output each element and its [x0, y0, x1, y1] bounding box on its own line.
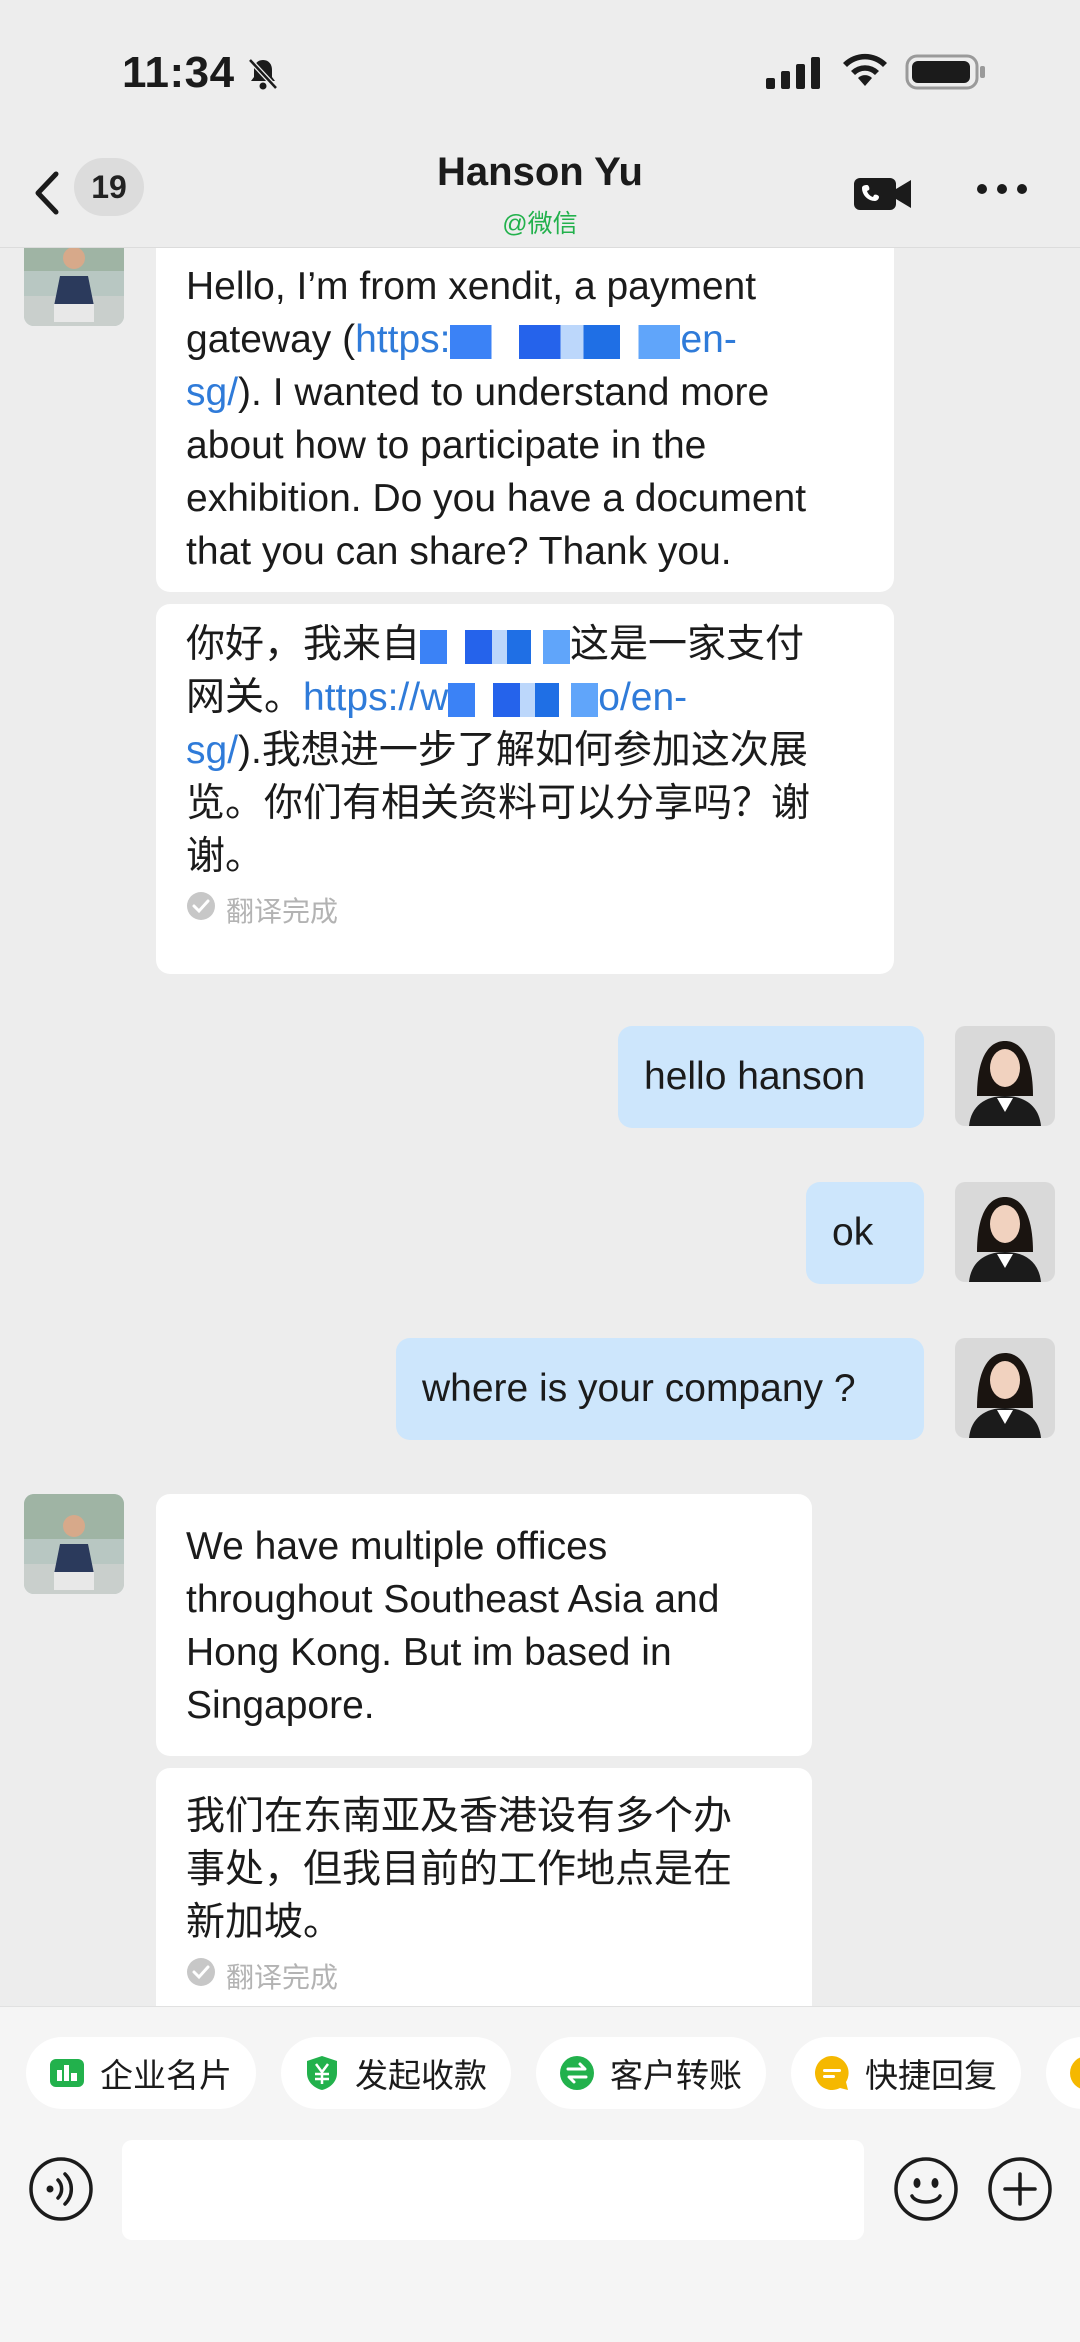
status-time: 11:34 [122, 48, 235, 97]
message-line: about how to participate in the [186, 424, 707, 467]
bell-muted-icon [245, 56, 281, 97]
redacted-text [420, 629, 571, 664]
my-avatar[interactable] [955, 1338, 1055, 1438]
contact-avatar[interactable] [24, 1494, 124, 1594]
check-circle-icon [186, 1957, 216, 1998]
message-line: 我们在东南亚及香港设有多个办 [186, 1795, 733, 1838]
chat-message-list[interactable]: Hello, I’m from xendit, a payment gatewa… [0, 248, 1080, 2006]
transfer-icon [558, 2054, 596, 2092]
message-line: Singapore. [186, 1684, 375, 1727]
message-line: throughout Southeast Asia and [186, 1578, 720, 1621]
message-line: sg/).我想进一步了解如何参加这次展 [186, 729, 808, 772]
message-link[interactable]: https://w [303, 676, 448, 719]
emoji-icon[interactable] [893, 2156, 959, 2227]
quick-reply-icon [813, 2054, 851, 2092]
business-card-icon [48, 2054, 86, 2092]
message-line: 你好，我来自 这是一家支付 [186, 623, 805, 666]
translation-message[interactable]: 你好，我来自 这是一家支付 网关。https://w o/en- sg/).我想进一… [156, 604, 894, 974]
message-line: 览。你们有相关资料可以分享吗？谢 [186, 782, 811, 825]
message-link[interactable]: sg/ [186, 729, 238, 772]
quick-action-bar[interactable]: 企业名片 发起收款 客户转账 快捷回复 [0, 2006, 1080, 2136]
quick-reply-button[interactable]: 快捷回复 [791, 2037, 1021, 2109]
more-options-icon[interactable] [975, 182, 1029, 201]
chat-header: 19 Hanson Yu @微信 [0, 140, 1080, 248]
wifi-icon [840, 52, 890, 95]
incoming-message[interactable]: Hello, I’m from xendit, a payment gatewa… [156, 248, 894, 592]
contact-avatar[interactable] [24, 248, 124, 326]
incoming-message[interactable]: We have multiple offices throughout Sout… [156, 1494, 812, 1756]
message-link[interactable]: en- [680, 318, 736, 361]
my-avatar[interactable] [955, 1026, 1055, 1126]
redacted-link [450, 324, 681, 359]
message-line: 谢。 [186, 835, 265, 878]
message-line: sg/). I wanted to understand more [186, 371, 770, 414]
message-line: 新加坡。 [186, 1901, 343, 1944]
message-line: 事处，但我目前的工作地点是在 [186, 1848, 733, 1891]
message-line: Hello, I’m from xendit, a payment [186, 265, 757, 308]
message-link[interactable]: o/en- [598, 676, 687, 719]
translation-status: 翻译完成 [186, 1957, 782, 1998]
request-payment-button[interactable]: 发起收款 [281, 2037, 511, 2109]
my-avatar[interactable] [955, 1182, 1055, 1282]
chat-subtitle: @微信 [502, 210, 578, 238]
voice-input-icon[interactable] [28, 2156, 94, 2227]
plus-icon[interactable] [987, 2156, 1053, 2227]
message-link[interactable]: sg/ [186, 371, 238, 414]
chat-title: Hanson Yu [437, 150, 643, 194]
redacted-link [448, 682, 599, 717]
message-line: We have multiple offices [186, 1525, 608, 1568]
outgoing-message[interactable]: hello hanson [618, 1026, 924, 1128]
message-line: 网关。https://w o/en- [186, 676, 688, 719]
battery-icon [905, 52, 987, 97]
outgoing-message[interactable]: where is your company ? [396, 1338, 924, 1440]
more-quick-action-button[interactable] [1046, 2037, 1080, 2109]
translation-status: 翻译完成 [186, 891, 864, 932]
message-line: exhibition. Do you have a document [186, 477, 807, 520]
message-input-bar [0, 2136, 1080, 2342]
payment-shield-icon [303, 2054, 341, 2092]
status-bar: 11:34 [0, 0, 1080, 140]
message-line: that you can share? Thank you. [186, 530, 732, 573]
message-link[interactable]: https: [355, 318, 450, 361]
translation-message[interactable]: 我们在东南亚及香港设有多个办 事处，但我目前的工作地点是在 新加坡。 翻译完成 [156, 1768, 812, 2006]
customer-transfer-button[interactable]: 客户转账 [536, 2037, 766, 2109]
message-line: gateway (https: en- [186, 318, 737, 361]
quick-reply-icon [1068, 2054, 1080, 2092]
message-line: Hong Kong. But im based in [186, 1631, 672, 1674]
business-card-button[interactable]: 企业名片 [26, 2037, 256, 2109]
signal-icon [764, 56, 824, 95]
video-call-icon[interactable] [853, 174, 913, 219]
outgoing-message[interactable]: ok [806, 1182, 924, 1284]
check-circle-icon [186, 891, 216, 932]
message-input[interactable] [122, 2140, 864, 2240]
